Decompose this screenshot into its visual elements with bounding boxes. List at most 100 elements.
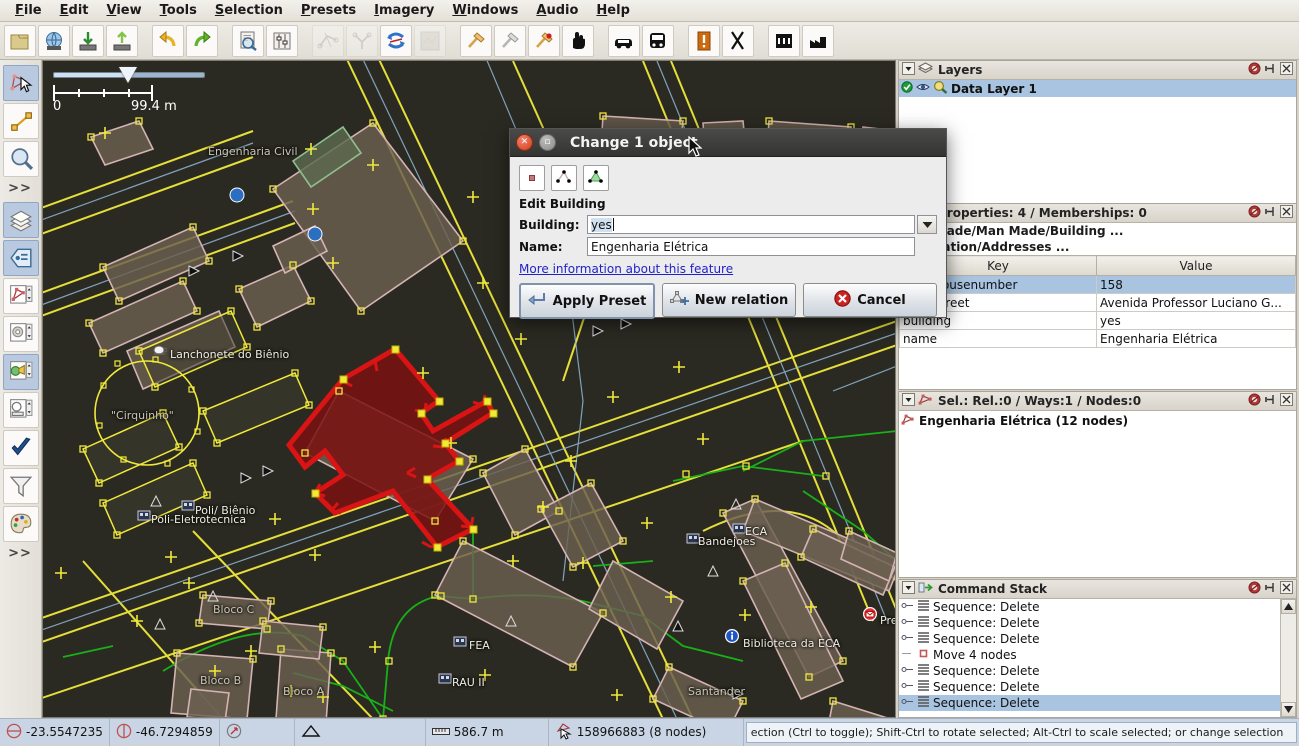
left-toggle-changeset-dialog-button[interactable]: [3, 392, 39, 428]
preset-line[interactable]: Annotation/Addresses ...: [899, 239, 1296, 255]
toolbar-download-from-osm-button[interactable]: [38, 24, 70, 57]
close-icon[interactable]: [1280, 62, 1293, 78]
collapse-icon[interactable]: [902, 62, 915, 78]
table-row[interactable]: addr:housenumber 158: [899, 275, 1296, 294]
tree-handle-icon[interactable]: [901, 679, 914, 695]
menu-item-presets[interactable]: Presets: [292, 1, 365, 20]
menu-item-edit[interactable]: Edit: [51, 1, 98, 20]
help-icon[interactable]: [1248, 581, 1261, 597]
tag-value[interactable]: 158: [1096, 275, 1296, 294]
close-icon[interactable]: [1280, 581, 1293, 597]
toolbar-reverse-way-button[interactable]: [380, 24, 412, 57]
tag-key[interactable]: name: [899, 329, 1098, 348]
selection-list[interactable]: Engenharia Elétrica (12 nodes): [898, 411, 1297, 578]
selection-panel-header[interactable]: Sel.: Rel.:0 / Ways:1 / Nodes:0: [898, 391, 1297, 411]
dialog-minimize-icon[interactable]: ▫: [539, 134, 556, 151]
toolbar-undo-button[interactable]: [152, 24, 184, 57]
change-object-dialog[interactable]: ✕ ▫ Change 1 object Edit Building Buildi…: [509, 128, 947, 319]
tag-value[interactable]: Avenida Professor Luciano G...: [1096, 293, 1296, 312]
list-item[interactable]: Move 4 nodes: [899, 647, 1281, 663]
left-toggle-filter-dialog-button[interactable]: [3, 468, 39, 504]
layers-panel-header[interactable]: Layers: [898, 60, 1297, 80]
left-select-mode-button[interactable]: [3, 65, 39, 101]
list-item[interactable]: Sequence: Delete: [899, 599, 1281, 615]
name-field[interactable]: Engenharia Elétrica: [587, 237, 915, 256]
toolbar-redo-button[interactable]: [186, 24, 218, 57]
toolbar-preset-industry-button[interactable]: [802, 24, 834, 57]
toolbar-preset-tool-1-button[interactable]: [460, 24, 492, 57]
tag-value[interactable]: yes: [1096, 311, 1296, 330]
building-combo-arrow[interactable]: [917, 215, 937, 234]
help-icon[interactable]: [1248, 393, 1261, 409]
new-relation-button[interactable]: New relation: [662, 283, 796, 317]
close-icon[interactable]: [1280, 205, 1293, 221]
toolbar-preset-car-button[interactable]: [608, 24, 640, 57]
menu-item-selection[interactable]: Selection: [206, 1, 292, 20]
toolbar-preferences-button[interactable]: [266, 24, 298, 57]
command-stack-body[interactable]: Sequence: Delete Sequence: Delete Sequence…: [898, 599, 1297, 718]
list-item[interactable]: Sequence: Delete: [899, 663, 1281, 679]
tree-handle-icon[interactable]: [901, 615, 914, 631]
toolbar-preset-bank-button[interactable]: [768, 24, 800, 57]
tree-handle-icon[interactable]: [901, 695, 914, 711]
toolbar-search-button[interactable]: [232, 24, 264, 57]
menu-item-view[interactable]: View: [98, 1, 151, 20]
cancel-button[interactable]: Cancel: [803, 283, 937, 317]
list-item[interactable]: Sequence: Delete: [899, 695, 1281, 711]
toolbar-preset-bus-button[interactable]: [642, 24, 674, 57]
list-item[interactable]: Sequence: Delete: [899, 631, 1281, 647]
way-preset-icon[interactable]: [551, 165, 577, 191]
apply-preset-button[interactable]: Apply Preset: [519, 283, 655, 319]
command-stack-scrollbar[interactable]: [1280, 599, 1296, 717]
properties-panel-header[interactable]: Properties: 4 / Memberships: 0: [898, 203, 1297, 223]
tag-value[interactable]: Engenharia Elétrica: [1096, 329, 1296, 348]
menu-item-audio[interactable]: Audio: [527, 1, 587, 20]
scroll-down-arrow[interactable]: [1281, 702, 1296, 717]
left-zoom-mode-button[interactable]: [3, 141, 39, 177]
close-icon[interactable]: [1280, 393, 1293, 409]
layer-visible-icon[interactable]: [916, 81, 930, 96]
tree-handle-icon[interactable]: [901, 663, 914, 679]
tree-handle-icon[interactable]: [901, 647, 914, 663]
table-row[interactable]: name Engenharia Elétrica: [899, 329, 1296, 348]
menu-item-file[interactable]: File: [6, 1, 51, 20]
left-toggle-layers-dialog-button[interactable]: [3, 202, 39, 238]
tree-handle-icon[interactable]: [901, 631, 914, 647]
left-toggle-tags-dialog-button[interactable]: [3, 240, 39, 276]
pin-icon[interactable]: [1264, 205, 1277, 221]
toolbar-preset-tool-3-button[interactable]: [528, 24, 560, 57]
menu-item-tools[interactable]: Tools: [151, 1, 206, 20]
toolbar-save-to-disk-button[interactable]: [72, 24, 104, 57]
toolbar-preset-hand-button[interactable]: [562, 24, 594, 57]
properties-body[interactable]: Man Made/Man Made/Building ... Annotation…: [898, 223, 1297, 390]
left-toggle-map-paint-dialog-button[interactable]: [3, 506, 39, 542]
help-icon[interactable]: [1248, 62, 1261, 78]
table-row[interactable]: building yes: [899, 311, 1296, 330]
toolbar-preset-warning-button[interactable]: [688, 24, 720, 57]
list-item[interactable]: Sequence: Delete: [899, 679, 1281, 695]
column-value[interactable]: Value: [1096, 255, 1296, 276]
toolbar-preset-tool-2-button[interactable]: [494, 24, 526, 57]
dialog-close-icon[interactable]: ✕: [516, 134, 533, 151]
node-preset-icon[interactable]: [519, 165, 545, 191]
left-toggle-selection-dialog-button[interactable]: [3, 278, 39, 314]
pin-icon[interactable]: [1264, 581, 1277, 597]
left-draw-mode-button[interactable]: [3, 103, 39, 139]
help-icon[interactable]: [1248, 205, 1261, 221]
table-row[interactable]: addr:streetAvenida Professor Luciano G..…: [899, 293, 1296, 312]
left-toggle-relations-dialog-button[interactable]: [3, 316, 39, 352]
tree-handle-icon[interactable]: [901, 599, 914, 615]
list-item[interactable]: Data Layer 1: [899, 80, 1296, 97]
list-item[interactable]: Sequence: Delete: [899, 615, 1281, 631]
toolbar-open-file-button[interactable]: [4, 24, 36, 57]
dialog-titlebar[interactable]: ✕ ▫ Change 1 object: [510, 129, 946, 157]
toolbar-upload-to-osm-button[interactable]: [106, 24, 138, 57]
menu-item-help[interactable]: Help: [587, 1, 638, 20]
left-toggle-command-stack-dialog-button[interactable]: [3, 354, 39, 390]
preset-line[interactable]: Man Made/Man Made/Building ...: [899, 223, 1296, 239]
layer-active-icon[interactable]: [901, 81, 913, 96]
left-toolbar-more-modes[interactable]: >>: [3, 181, 37, 196]
tags-table[interactable]: Key Value addr:housenumber158addr:street…: [899, 255, 1296, 348]
more-info-link[interactable]: More information about this feature: [519, 262, 733, 276]
area-preset-icon[interactable]: [583, 165, 609, 191]
